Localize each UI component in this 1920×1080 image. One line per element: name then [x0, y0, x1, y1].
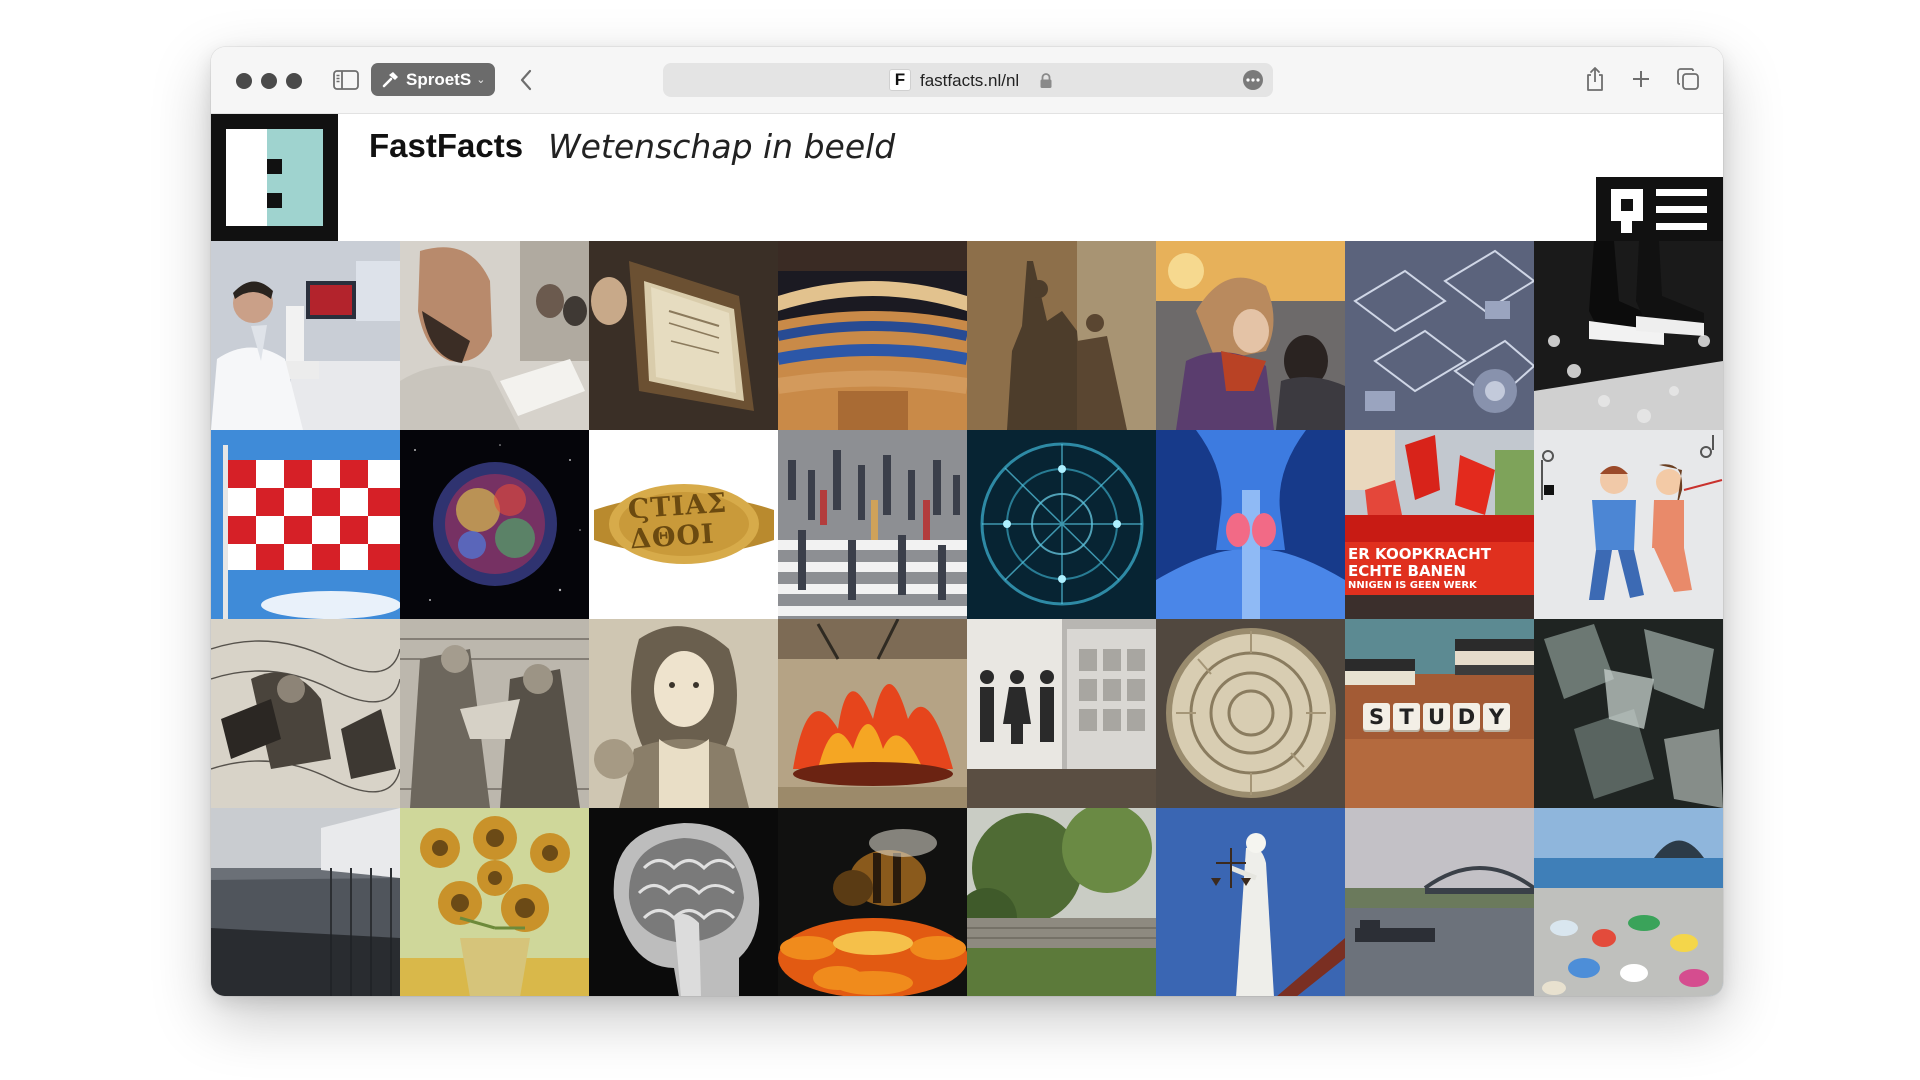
url-text[interactable]: fastfacts.nl/nl [920, 71, 1019, 91]
hamburger-menu-icon [1656, 189, 1707, 196]
tile-bee-on-flower[interactable] [778, 808, 967, 996]
tile-plastic-beach[interactable] [1534, 808, 1723, 996]
tile-restroom-sign[interactable] [967, 619, 1156, 808]
tile-abstract-blur[interactable] [1534, 619, 1723, 808]
site-tagline: Wetenschap in beeld [548, 127, 896, 166]
page-content: FastFacts Wetenschap in beeld ϚΤΙΑΣ ΔΘΟΙ… [211, 114, 1723, 996]
tab-overview-icon[interactable] [1675, 66, 1701, 92]
tile-supernova-remnant[interactable] [400, 430, 589, 619]
share-icon[interactable] [1582, 64, 1608, 94]
tile-ammonite-fossil[interactable] [1156, 619, 1345, 808]
lock-icon [1039, 72, 1053, 89]
menu-button[interactable] [1596, 177, 1723, 241]
hammer-icon [380, 70, 400, 90]
site-title[interactable]: FastFacts [369, 127, 523, 165]
new-tab-icon[interactable] [1628, 66, 1654, 92]
sidebar-toggle-icon[interactable] [332, 68, 360, 92]
tile-bronze-statue[interactable] [967, 241, 1156, 430]
tile-burning-fire-painting[interactable] [778, 619, 967, 808]
tile-old-book[interactable] [589, 241, 778, 430]
tile-woman-and-child[interactable] [1156, 241, 1345, 430]
tile-parliament-chamber[interactable] [778, 241, 967, 430]
back-arrow-icon[interactable] [514, 65, 538, 95]
protest-banner-text: ER KOOPKRACHT ECHTE BANEN NNIGEN IS GEEN… [1345, 542, 1534, 595]
tile-lab-microscope[interactable] [211, 241, 400, 430]
profile-label: SproetS [406, 69, 472, 89]
close-window-button[interactable] [236, 73, 252, 89]
tile-protest-march[interactable]: ER KOOPKRACHT ECHTE BANEN NNIGEN IS GEEN… [1345, 430, 1534, 619]
zoom-window-button[interactable] [286, 73, 302, 89]
study-letter-blocks: S T U D Y [1363, 703, 1510, 730]
browser-toolbar: SproetS ⌄ F fastfacts.nl/nl [211, 47, 1723, 114]
ring-inscription: ϚΤΙΑΣ ΔΘΟΙ [626, 487, 729, 556]
tile-waterfront-pier[interactable] [211, 808, 400, 996]
tile-sneakers-black-white[interactable] [1534, 241, 1723, 430]
profile-switcher-button[interactable]: SproetS ⌄ [371, 63, 495, 96]
tile-engraving-storm[interactable] [211, 619, 400, 808]
tile-brabant-flag[interactable] [211, 430, 400, 619]
tile-microchip-structures[interactable] [1345, 241, 1534, 430]
tile-crowd-crosswalk[interactable] [778, 430, 967, 619]
tile-couple-illustration[interactable] [1534, 430, 1723, 619]
chevron-down-icon: ⌄ [476, 74, 486, 86]
tile-brain-mri[interactable] [589, 808, 778, 996]
tile-gold-ring[interactable]: ϚΤΙΑΣ ΔΘΟΙ [589, 430, 778, 619]
browser-window: SproetS ⌄ F fastfacts.nl/nl FastFacts We… [211, 47, 1723, 996]
image-grid: ϚΤΙΑΣ ΔΘΟΙ ER KOOPKRACHT ECHTE BANEN NNI… [211, 241, 1723, 996]
tile-engraving-figures[interactable] [400, 619, 589, 808]
tile-garden-wall[interactable] [967, 808, 1156, 996]
minimize-window-button[interactable] [261, 73, 277, 89]
site-favicon: F [889, 69, 911, 91]
tile-sunflowers-painting[interactable] [400, 808, 589, 996]
more-options-icon[interactable] [1243, 70, 1263, 90]
tile-thyroid-xray[interactable] [1156, 430, 1345, 619]
address-bar[interactable]: F fastfacts.nl/nl [663, 63, 1273, 97]
tile-study-blocks[interactable]: S T U D Y [1345, 619, 1534, 808]
tile-network-sphere[interactable] [967, 430, 1156, 619]
tile-bald-man-writing[interactable] [400, 241, 589, 430]
tile-river-bridge[interactable] [1345, 808, 1534, 996]
tile-lady-justice[interactable] [1156, 808, 1345, 996]
tile-engraving-woman[interactable] [589, 619, 778, 808]
fastfacts-logo[interactable] [211, 114, 338, 241]
